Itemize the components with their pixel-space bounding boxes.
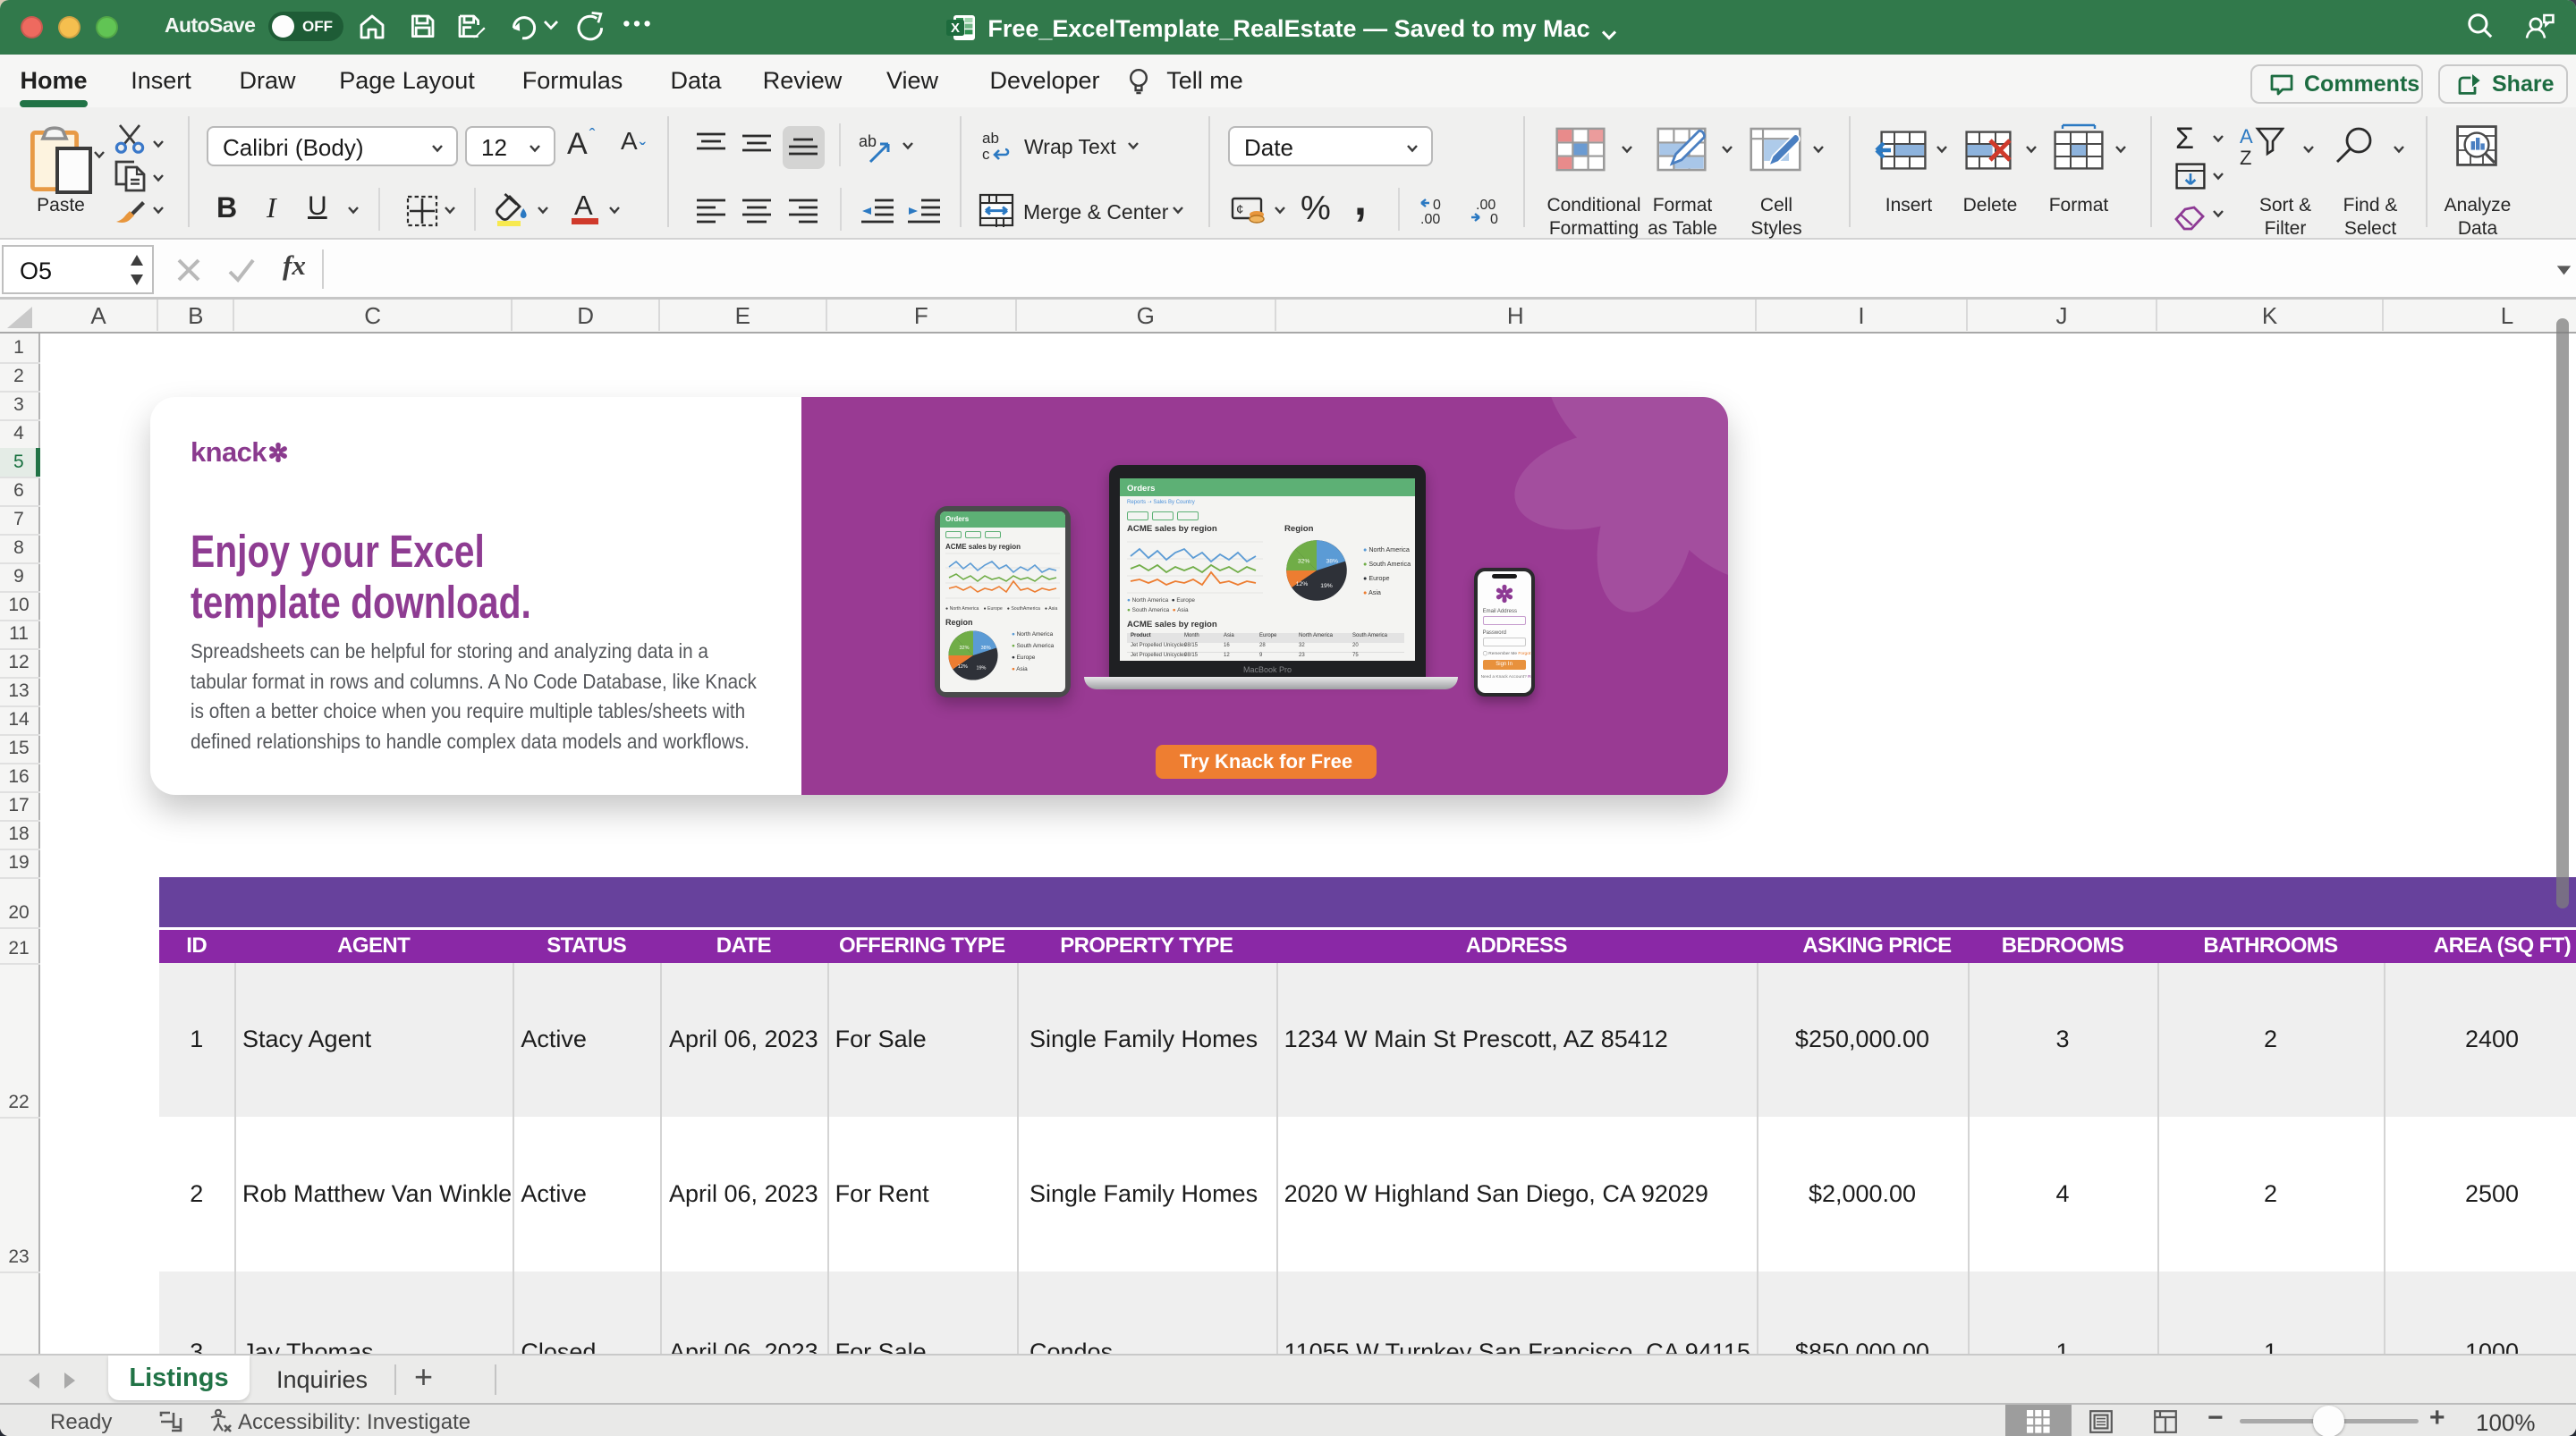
svg-text:12%: 12%: [958, 664, 968, 670]
svg-text:Z: Z: [2240, 147, 2251, 166]
svg-text:32%: 32%: [1298, 559, 1310, 565]
svg-text:38%: 38%: [981, 646, 991, 651]
svg-text:X: X: [951, 21, 960, 36]
svg-text:¢: ¢: [1236, 202, 1243, 217]
svg-text:12%: 12%: [1296, 581, 1309, 587]
svg-text:ab: ab: [982, 130, 999, 147]
svg-text:19%: 19%: [976, 666, 986, 672]
svg-text:38%: 38%: [1326, 559, 1339, 565]
svg-text:19%: 19%: [1320, 583, 1333, 589]
svg-text:ab: ab: [859, 132, 877, 150]
svg-text:A: A: [2240, 125, 2253, 148]
svg-text:0: 0: [1433, 198, 1441, 213]
svg-text:32%: 32%: [960, 646, 970, 651]
svg-text:c: c: [982, 146, 990, 163]
svg-text:.00: .00: [1420, 212, 1440, 225]
svg-text:.00: .00: [1476, 198, 1496, 213]
svg-text:0: 0: [1490, 212, 1498, 225]
